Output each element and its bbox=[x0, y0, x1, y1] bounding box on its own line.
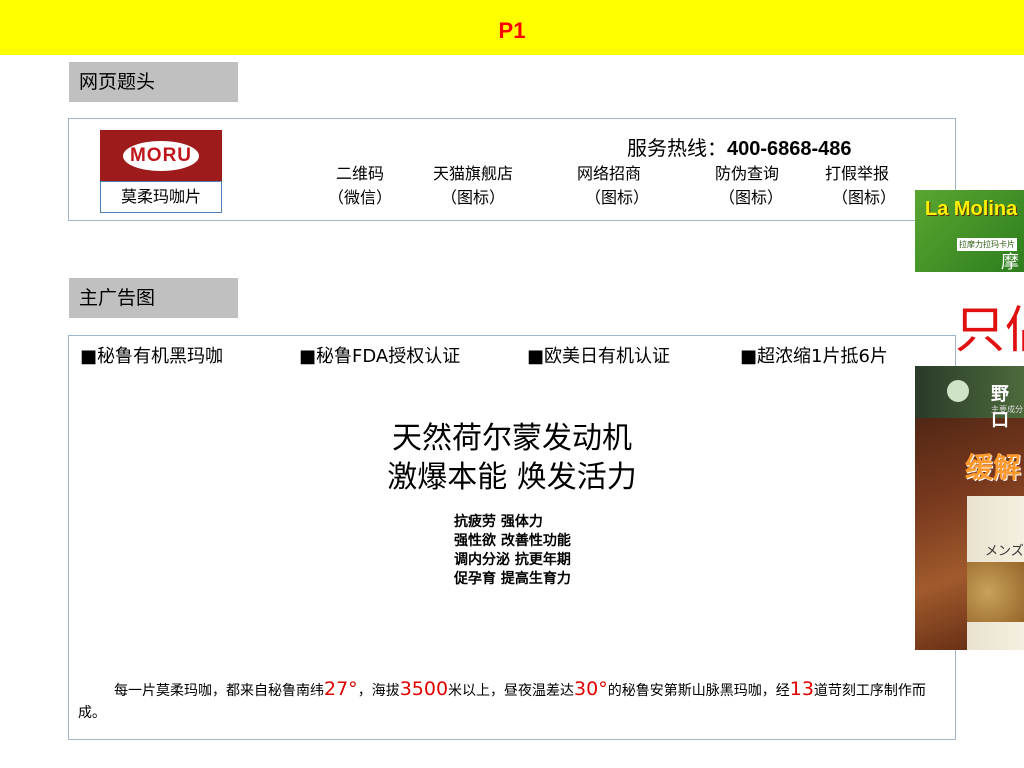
origin-text: 每一片莫柔玛咖，都来自秘鲁南纬 bbox=[114, 683, 324, 699]
origin-text: ，海拔 bbox=[357, 683, 400, 699]
page-badge: P1 bbox=[498, 18, 526, 43]
origin-process-count: 13 bbox=[789, 678, 814, 700]
top-bar: P1 bbox=[0, 0, 1024, 55]
benefit-item: 抗疲劳 强体力 bbox=[454, 514, 543, 530]
reference-image-lamolina: La Molina 拉摩力拉玛卡片 摩 bbox=[915, 190, 1024, 272]
lamolina-logo-text: La Molina bbox=[925, 198, 1018, 220]
origin-altitude: 3500 bbox=[399, 678, 449, 700]
benefit-item: 调内分泌 抗更年期 bbox=[454, 552, 571, 568]
hotline-label: 服务热线： bbox=[627, 136, 727, 160]
product-small-text: 主要成分 bbox=[991, 405, 1023, 414]
origin-text: 的秘鲁安第斯山脉黑玛咖，经 bbox=[607, 683, 790, 699]
product-brand-emblem bbox=[947, 380, 969, 402]
logo-badge: MORU bbox=[100, 130, 222, 181]
nav-franchise[interactable]: 网络招商 （图标） bbox=[569, 162, 649, 210]
origin-text: 米以上，昼夜温差达 bbox=[448, 683, 575, 699]
nav-tmall-store[interactable]: 天猫旗舰店 （图标） bbox=[433, 162, 513, 210]
nav-qr-code-sub: （微信） bbox=[328, 188, 393, 207]
product-box-band bbox=[967, 562, 1024, 622]
section-label-banner: 主广告图 bbox=[69, 278, 238, 318]
hotline-number: 400-6868-486 bbox=[727, 138, 852, 160]
nav-tmall-store-label: 天猫旗舰店 bbox=[433, 164, 514, 183]
logo-product-name: 莫柔玛咖片 bbox=[100, 181, 222, 213]
benefit-item: 促孕育 提高生育力 bbox=[454, 571, 571, 587]
feature-organic-certified: ■欧美日有机认证 bbox=[527, 346, 671, 367]
service-hotline: 服务热线：400-6868-486 bbox=[627, 132, 852, 161]
product-box-text: メンズ マ bbox=[985, 544, 1024, 559]
origin-latitude: 27° bbox=[324, 678, 358, 700]
nav-anti-counterfeit[interactable]: 防伪查询 （图标） bbox=[711, 162, 783, 210]
feature-organic-black-maca: ■秘鲁有机黑玛咖 bbox=[80, 346, 224, 367]
logo-brand-text: MORU bbox=[129, 144, 193, 166]
brand-logo[interactable]: MORU 莫柔玛咖片 bbox=[100, 130, 222, 213]
origin-temp-diff: 30° bbox=[574, 678, 608, 700]
nav-anti-counterfeit-sub: （图标） bbox=[719, 188, 784, 207]
section-label-header: 网页题头 bbox=[69, 62, 238, 102]
feature-fda-certified: ■秘鲁FDA授权认证 bbox=[299, 346, 461, 367]
reference-red-text: 只侣 bbox=[955, 301, 1024, 359]
logo-oval: MORU bbox=[123, 140, 199, 171]
headline-secondary: 激爆本能 焕发活力 bbox=[387, 460, 637, 495]
nav-report-fake[interactable]: 打假举报 （图标） bbox=[818, 162, 896, 210]
reference-image-product: 野口 主要成分 缓解 メンズ マ bbox=[915, 366, 1024, 650]
nav-report-fake-sub: （图标） bbox=[832, 188, 897, 207]
nav-report-fake-label: 打假举报 bbox=[825, 164, 890, 183]
headline-primary: 天然荷尔蒙发动机 bbox=[392, 421, 632, 456]
nav-tmall-store-sub: （图标） bbox=[441, 188, 506, 207]
product-orange-text: 缓解 bbox=[965, 451, 1022, 484]
nav-anti-counterfeit-label: 防伪查询 bbox=[715, 164, 780, 183]
benefits-list: 抗疲劳 强体力 强性欲 改善性功能 调内分泌 抗更年期 促孕育 提高生育力 bbox=[454, 513, 571, 589]
benefit-item: 强性欲 改善性功能 bbox=[454, 533, 571, 549]
feature-concentrated: ■超浓缩1片抵6片 bbox=[740, 346, 888, 367]
origin-description: 每一片莫柔玛咖，都来自秘鲁南纬27°，海拔3500米以上，昼夜温差达30°的秘鲁… bbox=[78, 678, 948, 724]
nav-qr-code-label: 二维码 bbox=[336, 164, 385, 183]
nav-franchise-sub: （图标） bbox=[585, 188, 650, 207]
lamolina-extra: 摩 bbox=[1001, 252, 1019, 272]
nav-franchise-label: 网络招商 bbox=[577, 164, 642, 183]
nav-qr-code[interactable]: 二维码 （微信） bbox=[328, 162, 392, 210]
